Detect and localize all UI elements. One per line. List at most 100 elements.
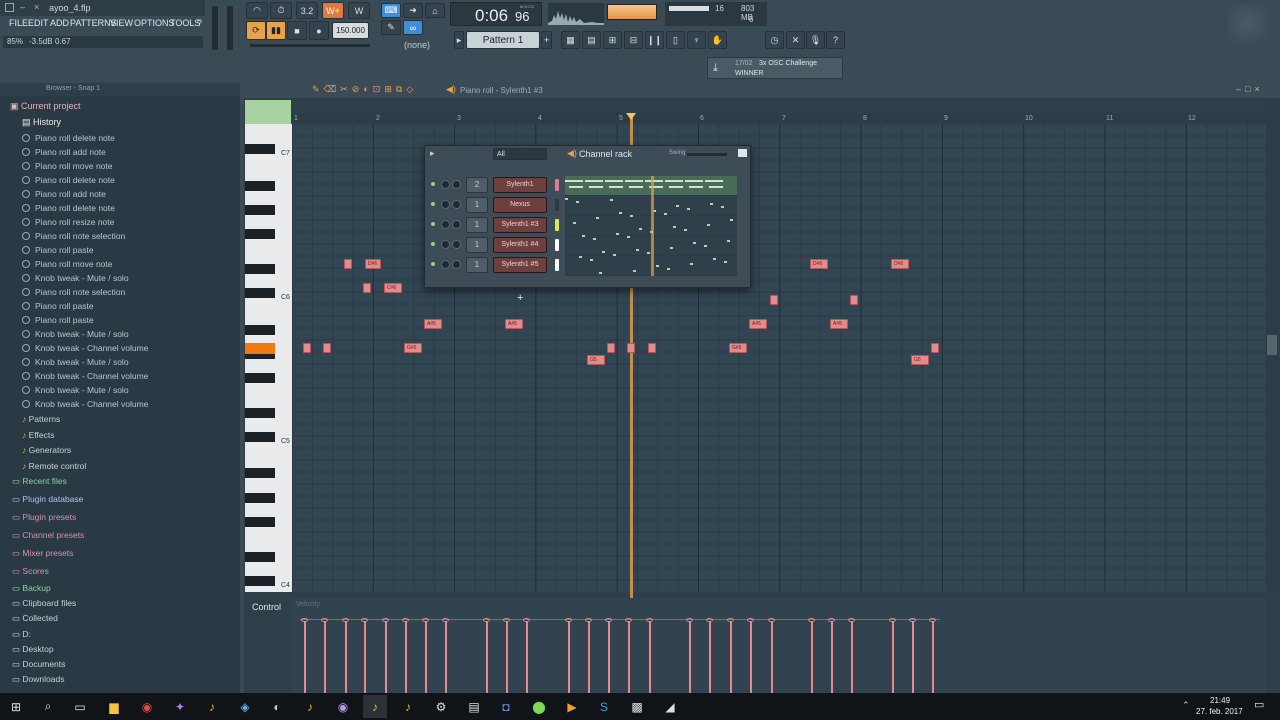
- browser-folder[interactable]: ▭ D:: [12, 627, 31, 641]
- news-panel[interactable]: ⤓ 17/02 3x OSC Challenge WINNER: [707, 57, 843, 79]
- piano-note[interactable]: [850, 295, 858, 305]
- scroll-thumb[interactable]: [1267, 335, 1277, 355]
- piano-note[interactable]: [363, 283, 371, 293]
- mixer-track-number[interactable]: 1: [466, 197, 488, 213]
- pattern-selector[interactable]: Pattern 1: [466, 31, 540, 49]
- search-icon[interactable]: ⌕: [36, 695, 60, 718]
- explorer-icon[interactable]: ▤: [462, 695, 486, 718]
- history-item[interactable]: Knob tweak - Mute / solo: [22, 383, 129, 397]
- browser-folder[interactable]: ▭ Backup: [12, 581, 51, 595]
- steam-icon[interactable]: ◈: [233, 695, 257, 718]
- stop-button[interactable]: ■: [287, 21, 307, 40]
- history-item[interactable]: Piano roll move note: [22, 159, 113, 173]
- mixer-track-number[interactable]: 2: [466, 177, 488, 193]
- project-item[interactable]: ♪ Effects: [22, 428, 54, 442]
- piano-note[interactable]: A#5: [424, 319, 442, 329]
- channel-led[interactable]: [431, 242, 435, 246]
- channel-row[interactable]: 1 Sylenth1 #5: [425, 257, 750, 274]
- channel-row[interactable]: 1 Sylenth1 #3: [425, 217, 750, 234]
- pattern-prev-button[interactable]: ▸: [454, 31, 464, 49]
- mixer-button[interactable]: ⊟: [624, 31, 643, 49]
- piano-note[interactable]: D#6: [810, 259, 828, 269]
- black-key[interactable]: [245, 493, 275, 503]
- channel-select-indicator[interactable]: [555, 239, 559, 251]
- file-explorer-icon[interactable]: ▆: [102, 695, 126, 718]
- record-button[interactable]: ●: [309, 21, 329, 40]
- piano-note[interactable]: C#6: [384, 283, 402, 293]
- bar-number[interactable]: 12: [1188, 115, 1196, 122]
- pat-song-toggle[interactable]: ⟳: [246, 21, 266, 40]
- channel-select-indicator[interactable]: [555, 219, 559, 231]
- bar-number[interactable]: 1: [294, 115, 298, 122]
- browser-folder[interactable]: ▭ Scores: [12, 564, 49, 578]
- add-channel-button[interactable]: +: [517, 292, 523, 304]
- clock-date[interactable]: 27. feb. 2017: [1196, 707, 1243, 716]
- channel-name-button[interactable]: Sylenth1 #3: [493, 217, 547, 233]
- black-key[interactable]: [245, 229, 275, 239]
- project-item[interactable]: ♪ Patterns: [22, 412, 60, 426]
- current-project-folder[interactable]: ▣ Current project: [10, 99, 81, 113]
- loop-record-button[interactable]: W: [348, 2, 370, 19]
- browser-folder[interactable]: ▭ Plugin database: [12, 492, 83, 506]
- channel-led[interactable]: [431, 222, 435, 226]
- piano-roll-button[interactable]: ▤: [582, 31, 601, 49]
- chrome-icon[interactable]: ◉: [135, 695, 159, 718]
- history-item[interactable]: Piano roll delete note: [22, 173, 115, 187]
- black-key[interactable]: [245, 288, 275, 298]
- history-item[interactable]: Knob tweak - Mute / solo: [22, 355, 129, 369]
- notification-icon[interactable]: ▭: [1254, 698, 1264, 711]
- swing-slider[interactable]: [687, 153, 727, 156]
- black-key[interactable]: [245, 468, 275, 478]
- velocity-bar[interactable]: [568, 621, 570, 693]
- step-edit-button[interactable]: W+: [322, 2, 344, 19]
- wait-input-button[interactable]: ⏱: [270, 2, 292, 19]
- countdown-button[interactable]: 3.2: [296, 2, 318, 19]
- channel-row[interactable]: 2 Sylenth1: [425, 177, 750, 194]
- volume-knob[interactable]: [452, 200, 461, 209]
- skype-icon[interactable]: S: [592, 695, 616, 718]
- volume-knob[interactable]: [452, 260, 461, 269]
- channel-led[interactable]: [431, 182, 435, 186]
- master-volume-slider[interactable]: [212, 6, 218, 50]
- history-item[interactable]: Piano roll paste: [22, 299, 94, 313]
- tray-chevron-icon[interactable]: ⌃: [1182, 700, 1190, 711]
- mixer-track-number[interactable]: 1: [466, 237, 488, 253]
- step-button[interactable]: ➜: [403, 3, 423, 18]
- pan-knob[interactable]: [441, 240, 450, 249]
- velocity-bar[interactable]: [506, 621, 508, 693]
- tool-icons[interactable]: ✎⌫✂⊘◐⊡⊞⧉◇: [312, 84, 417, 95]
- piano-note[interactable]: A#5: [830, 319, 848, 329]
- velocity-bar[interactable]: [709, 621, 711, 693]
- touch-keyboard-button[interactable]: ✋: [708, 31, 727, 49]
- pan-knob[interactable]: [441, 260, 450, 269]
- recording-blend-button[interactable]: ⌂: [425, 3, 445, 18]
- history-folder[interactable]: ▤ History: [22, 115, 61, 129]
- history-item[interactable]: Piano roll delete note: [22, 131, 115, 145]
- settings-icon[interactable]: ⚙: [429, 695, 453, 718]
- history-item[interactable]: Piano roll add note: [22, 145, 106, 159]
- app-icon-circle[interactable]: ◉: [331, 695, 355, 718]
- control-area[interactable]: [292, 598, 1266, 693]
- piano-note[interactable]: [770, 295, 778, 305]
- piano-note[interactable]: [344, 259, 352, 269]
- velocity-bar[interactable]: [689, 621, 691, 693]
- piano-note[interactable]: A#5: [505, 319, 523, 329]
- piano-note[interactable]: D#6: [365, 259, 381, 269]
- plugin-picker-button[interactable]: ♆: [687, 31, 706, 49]
- menu-tools[interactable]: TOOLS: [170, 18, 200, 28]
- velocity-bar[interactable]: [526, 621, 528, 693]
- black-key[interactable]: [245, 552, 275, 562]
- piano-note[interactable]: D#6: [891, 259, 909, 269]
- minimize-icon[interactable]: –: [20, 2, 25, 12]
- velocity-bar[interactable]: [932, 621, 934, 693]
- menu-help[interactable]: ?: [197, 18, 202, 28]
- bar-number[interactable]: 2: [376, 115, 380, 122]
- history-item[interactable]: Piano roll note selection: [22, 285, 125, 299]
- browser-folder[interactable]: ▭ Plugin presets: [12, 510, 76, 524]
- history-item[interactable]: Piano roll note selection: [22, 229, 125, 243]
- browser-folder[interactable]: ▭ Collected: [12, 611, 58, 625]
- typing-keyboard-button[interactable]: ⌨: [381, 3, 401, 18]
- pitch-slider[interactable]: [250, 44, 370, 47]
- piano-note[interactable]: [931, 343, 939, 353]
- tempo-display[interactable]: 150.000: [332, 22, 369, 39]
